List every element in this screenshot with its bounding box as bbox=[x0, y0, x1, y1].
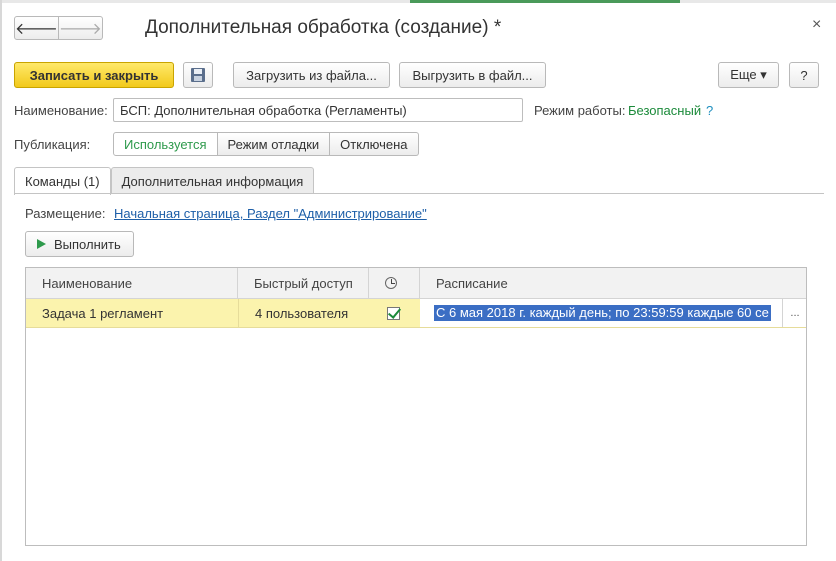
schedule-select-button[interactable]: ... bbox=[782, 299, 806, 327]
help-button[interactable]: ? bbox=[789, 62, 819, 88]
table-header: Наименование Быстрый доступ Расписание bbox=[26, 268, 806, 299]
name-label: Наименование: bbox=[14, 103, 108, 118]
commands-table: Наименование Быстрый доступ Расписание З… bbox=[25, 267, 807, 546]
arrow-right-icon: 🡒 bbox=[58, 20, 102, 38]
active-tab-indicator bbox=[410, 0, 680, 3]
top-strip bbox=[0, 0, 836, 3]
column-header-schedule-flag[interactable] bbox=[369, 268, 420, 298]
tab-additional-info[interactable]: Дополнительная информация bbox=[110, 167, 315, 194]
publication-selector: Используется Режим отладки Отключена bbox=[113, 132, 419, 156]
clock-icon bbox=[385, 277, 397, 289]
placement-link[interactable]: Начальная страница, Раздел "Администриро… bbox=[114, 206, 427, 221]
close-button[interactable]: × bbox=[812, 16, 821, 34]
table-row[interactable]: Задача 1 регламент 4 пользователя С 6 ма… bbox=[26, 299, 806, 328]
floppy-disk-icon bbox=[191, 68, 205, 82]
save-and-close-button[interactable]: Записать и закрыть bbox=[14, 62, 174, 88]
run-button-label: Выполнить bbox=[54, 236, 121, 252]
left-edge bbox=[0, 0, 2, 561]
placement-label: Размещение: bbox=[25, 206, 106, 221]
mode-value[interactable]: Безопасный bbox=[628, 103, 701, 118]
cell-quick-access[interactable]: 4 пользователя bbox=[238, 299, 369, 327]
tab-bar: Команды (1) Дополнительная информация bbox=[14, 167, 315, 195]
more-menu-button[interactable]: Еще ▾ bbox=[718, 62, 779, 88]
schedule-text[interactable]: С 6 мая 2018 г. каждый день; по 23:59:59… bbox=[434, 305, 771, 321]
back-button[interactable]: 🡐 bbox=[14, 16, 59, 40]
save-button[interactable] bbox=[183, 62, 213, 88]
publication-label: Публикация: bbox=[14, 137, 91, 152]
arrow-left-icon: 🡐 bbox=[15, 20, 58, 38]
name-field[interactable]: БСП: Дополнительная обработка (Регламент… bbox=[113, 98, 523, 122]
mode-label: Режим работы: bbox=[534, 103, 626, 118]
forward-button[interactable]: 🡒 bbox=[58, 16, 103, 40]
column-header-quick-access[interactable]: Быстрый доступ bbox=[238, 268, 369, 298]
tab-commands[interactable]: Команды (1) bbox=[14, 167, 111, 195]
mode-help-icon[interactable]: ? bbox=[706, 103, 713, 118]
play-icon bbox=[37, 239, 46, 249]
column-header-schedule[interactable]: Расписание bbox=[420, 268, 806, 298]
publication-option-debug[interactable]: Режим отладки bbox=[217, 132, 331, 156]
unload-to-file-button[interactable]: Выгрузить в файл... bbox=[399, 62, 546, 88]
cell-name[interactable]: Задача 1 регламент bbox=[26, 299, 238, 327]
cell-scheduled[interactable] bbox=[369, 299, 420, 327]
navigation-buttons: 🡐 🡒 bbox=[14, 16, 103, 40]
load-from-file-button[interactable]: Загрузить из файла... bbox=[233, 62, 390, 88]
publication-option-used[interactable]: Используется bbox=[113, 132, 218, 156]
close-icon: × bbox=[812, 16, 822, 33]
window-title: Дополнительная обработка (создание) * bbox=[145, 17, 502, 38]
checkbox-checked-icon[interactable] bbox=[387, 306, 400, 320]
publication-option-disabled[interactable]: Отключена bbox=[330, 132, 419, 156]
column-header-name[interactable]: Наименование bbox=[26, 268, 238, 298]
tab-divider bbox=[14, 193, 824, 194]
run-button[interactable]: Выполнить bbox=[25, 231, 134, 257]
cell-schedule[interactable]: С 6 мая 2018 г. каждый день; по 23:59:59… bbox=[420, 299, 782, 327]
